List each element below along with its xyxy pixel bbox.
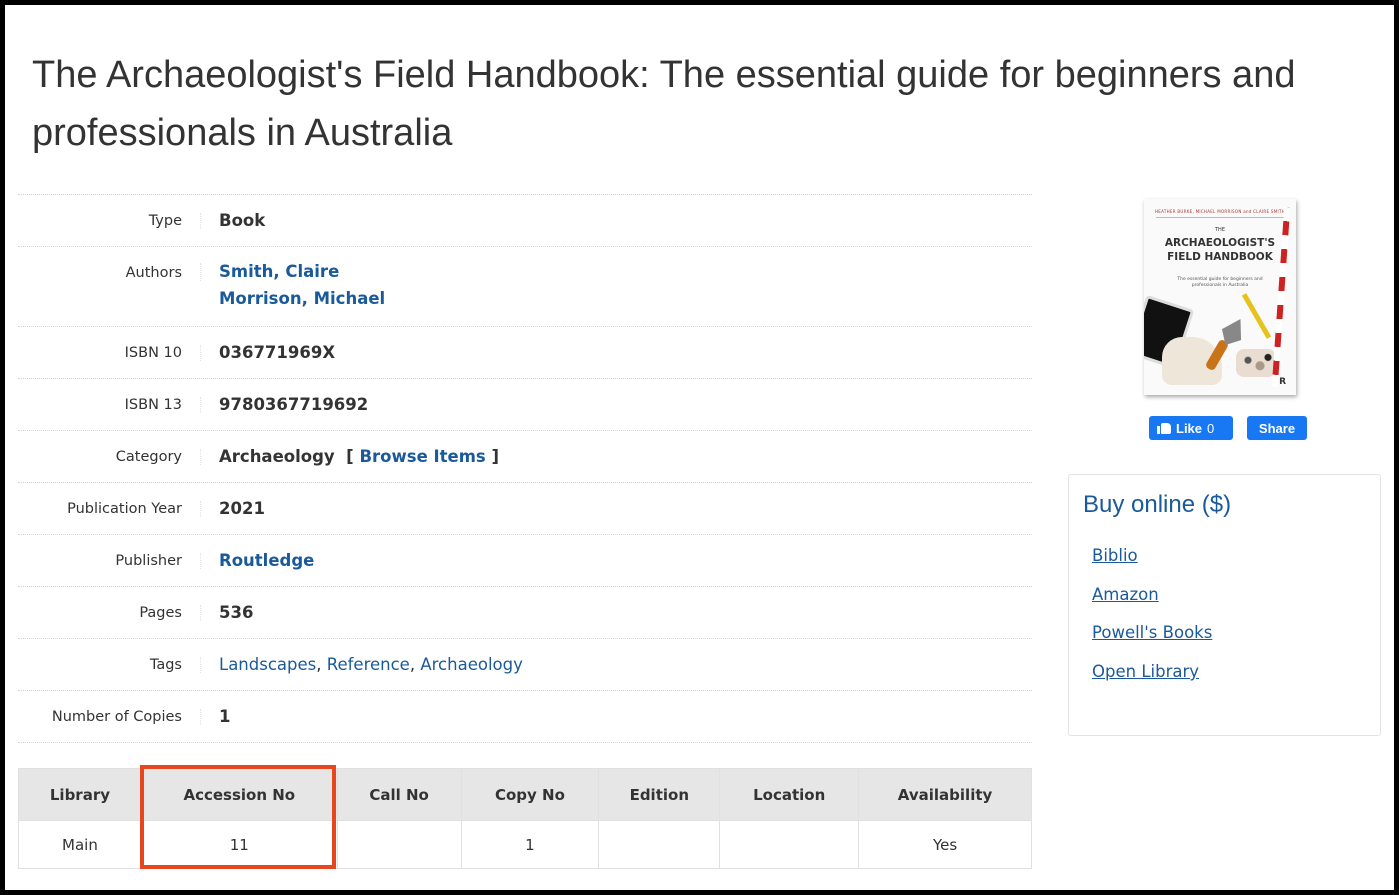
tags-value: Landscapes, Reference, Archaeology (219, 655, 523, 674)
detail-row-publisher: Publisher Routledge (18, 535, 1032, 587)
detail-label: Tags (18, 656, 201, 673)
pages-value: 536 (219, 603, 254, 622)
copies-value: 1 (219, 707, 231, 726)
tag-link[interactable]: Archaeology (420, 655, 523, 674)
column-header: Availability (858, 768, 1032, 821)
buy-online-panel: Buy online ($) Biblio Amazon Powell's Bo… (1068, 474, 1381, 736)
bracket-close: ] (491, 447, 500, 466)
isbn10-value: 036771969X (219, 343, 336, 362)
detail-row-type: Type Book (18, 195, 1032, 247)
detail-row-isbn13: ISBN 13 9780367719692 (18, 379, 1032, 431)
detail-row-tags: Tags Landscapes, Reference, Archaeology (18, 639, 1032, 691)
publisher-value: Routledge (201, 551, 314, 570)
book-cover-image[interactable]: HEATHER BURKE, MICHAEL MORRISON and CLAI… (1144, 199, 1296, 395)
table-cell: 1 (460, 820, 600, 869)
details-list: Type Book Authors Smith, Claire Morrison… (18, 194, 1032, 743)
detail-label: Authors (18, 263, 201, 281)
detail-label: Publication Year (18, 500, 201, 517)
detail-label: ISBN 13 (18, 396, 201, 413)
isbn13-value: 9780367719692 (219, 395, 369, 414)
like-count: 0 (1207, 420, 1215, 436)
survey-pole-illustration (1271, 207, 1291, 387)
table-cell: Main (18, 820, 142, 869)
detail-row-authors: Authors Smith, Claire Morrison, Michael (18, 247, 1032, 327)
thumbs-up-icon (1157, 422, 1171, 434)
detail-row-category: Category Archaeology [ Browse Items ] (18, 431, 1032, 483)
table-cell: Yes (858, 820, 1032, 869)
detail-label: Type (18, 212, 201, 229)
publication-year-value: 2021 (219, 499, 265, 518)
detail-label: Pages (18, 604, 201, 621)
page-title: The Archaeologist's Field Handbook: The … (32, 54, 1296, 154)
column-header: Library (18, 768, 142, 821)
column-header: Call No (336, 768, 462, 821)
facebook-share-button[interactable]: Share (1247, 416, 1307, 440)
cover-title-line2: FIELD HANDBOOK (1167, 251, 1273, 263)
authors-value: Smith, Claire Morrison, Michael (201, 262, 385, 312)
type-value: Book (219, 211, 266, 230)
accession-highlight-box (140, 765, 336, 869)
buy-link-open-library[interactable]: Open Library (1092, 662, 1199, 681)
table-cell (598, 820, 721, 869)
table-cell (336, 820, 462, 869)
cover-title-line1: ARCHAEOLOGIST'S (1164, 237, 1276, 249)
tag-link[interactable]: Landscapes (219, 655, 316, 674)
author-link[interactable]: Morrison, Michael (219, 289, 385, 308)
column-header: Location (719, 768, 860, 821)
bracket-open: [ (346, 447, 354, 466)
category-name: Archaeology (219, 447, 335, 466)
facebook-like-button[interactable]: Like 0 (1149, 416, 1233, 440)
buy-link-powells[interactable]: Powell's Books (1092, 623, 1212, 642)
cover-divider (1156, 217, 1284, 218)
browse-items-link[interactable]: Browse Items (359, 447, 485, 466)
detail-label: Publisher (18, 552, 201, 569)
buy-link-amazon[interactable]: Amazon (1092, 585, 1159, 604)
pencil-illustration (1241, 293, 1272, 339)
publisher-logo: R (1279, 377, 1286, 387)
table-cell (719, 820, 860, 869)
detail-row-pages: Pages 536 (18, 587, 1032, 639)
artifacts-illustration (1236, 349, 1276, 377)
cover-subtitle: The essential guide for beginners and pr… (1177, 277, 1263, 288)
category-value: Archaeology [ Browse Items ] (201, 447, 499, 466)
column-header: Copy No (460, 768, 600, 821)
publisher-link[interactable]: Routledge (219, 551, 314, 570)
author-link[interactable]: Smith, Claire (219, 262, 339, 281)
detail-label: Category (18, 448, 201, 465)
like-label: Like (1176, 420, 1203, 436)
detail-row-isbn10: ISBN 10 036771969X (18, 327, 1032, 379)
cover-authors: HEATHER BURKE, MICHAEL MORRISON and CLAI… (1154, 209, 1286, 214)
detail-label: ISBN 10 (18, 344, 201, 361)
buy-link-biblio[interactable]: Biblio (1092, 546, 1138, 565)
buy-online-title: Buy online ($) (1083, 491, 1232, 518)
detail-label: Number of Copies (18, 708, 201, 725)
cover-title-the: THE (1215, 227, 1225, 233)
tag-link[interactable]: Reference (327, 655, 410, 674)
column-header: Edition (598, 768, 721, 821)
detail-row-publication-year: Publication Year 2021 (18, 483, 1032, 535)
detail-row-copies: Number of Copies 1 (18, 691, 1032, 743)
